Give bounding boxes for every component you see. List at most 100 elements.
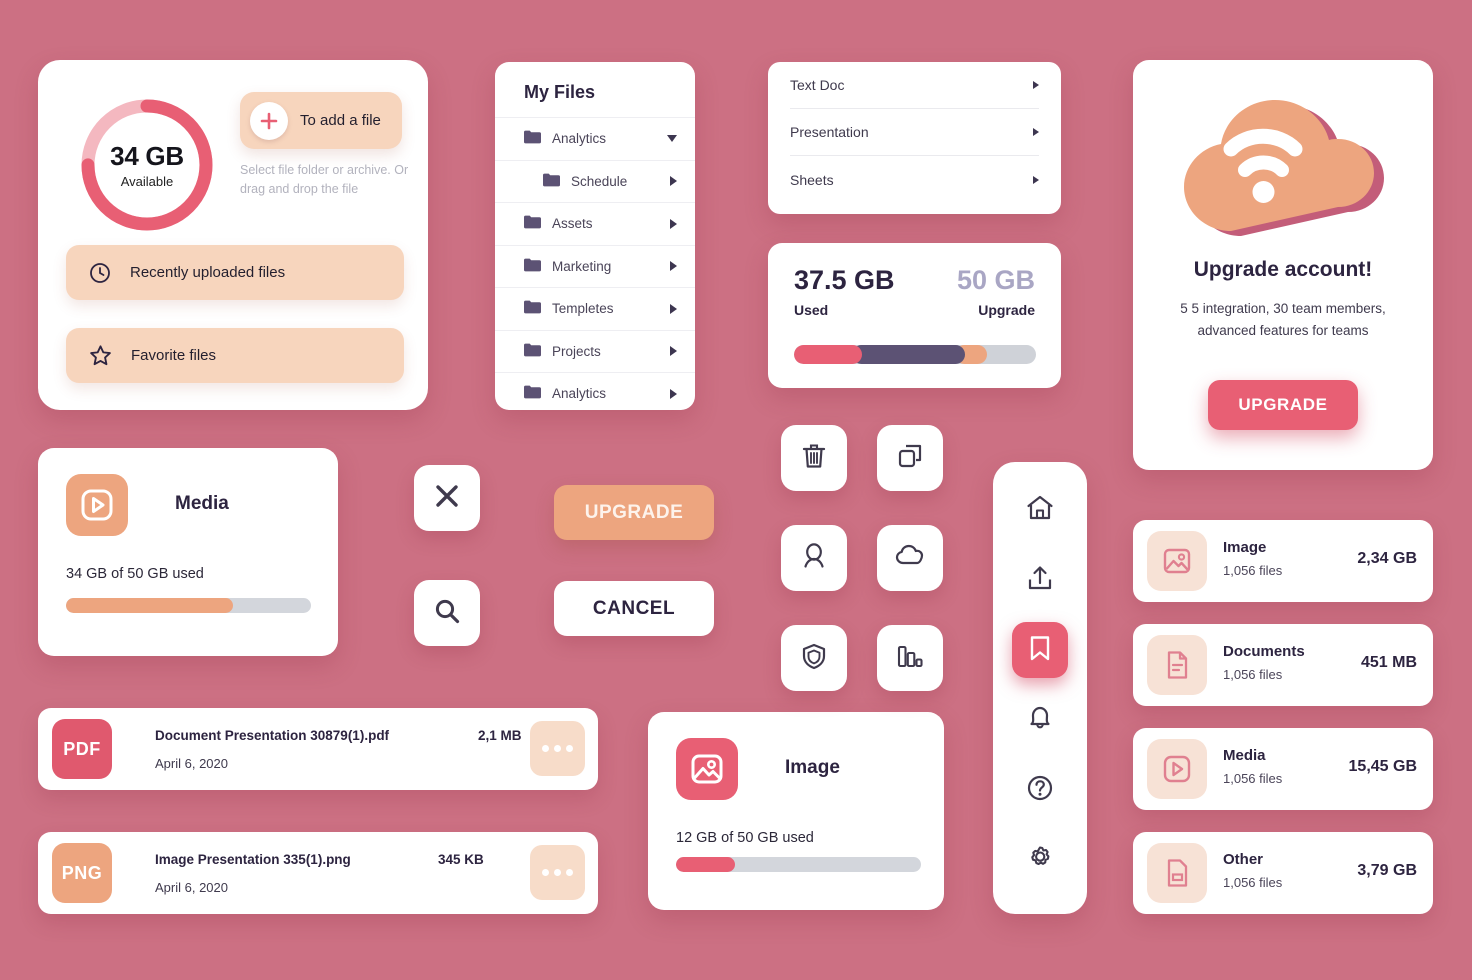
folder-label: Templetes [552,301,614,317]
folder-label: Projects [552,343,601,359]
bookmark-icon [1025,633,1055,668]
category-name: Image [1223,539,1267,556]
folder-row-analytics-2[interactable]: Analytics [495,372,695,410]
cancel-pill-button[interactable]: CANCEL [554,581,714,636]
more-options-button[interactable] [530,845,585,900]
nav-item-help[interactable] [1012,762,1068,818]
trash-button[interactable] [781,425,847,491]
menu-item-label: Presentation [790,124,869,140]
chevron-right-icon [1033,175,1039,184]
dot-icon [542,869,549,876]
media-tile-title: Media [175,493,229,514]
upgrade-card-title: Upgrade account! [1193,258,1373,281]
upgrade-button[interactable]: UPGRADE [1208,380,1358,430]
category-card-other[interactable]: Other 1,056 files 3,79 GB [1133,832,1433,914]
file-size: 345 KB [438,852,484,867]
cloud-button[interactable] [877,525,944,591]
chevron-right-icon[interactable] [670,388,677,399]
chevron-right-icon[interactable] [670,176,677,187]
folder-icon [543,173,560,190]
nav-item-bookmark[interactable] [1012,622,1068,678]
storage-usage-card: 37.5 GB 50 GB Used Upgrade [768,243,1061,388]
search-button[interactable] [414,580,480,646]
menu-item-presentation[interactable]: Presentation [790,109,1039,156]
close-icon [432,481,462,516]
close-button[interactable] [414,465,480,531]
folder-icon [524,130,541,147]
usage-upgrade-label[interactable]: Upgrade [978,302,1035,318]
dot-icon [566,745,573,752]
nav-item-upload[interactable] [1012,552,1068,608]
add-file-hint: Select file folder or archive. Or drag a… [240,163,409,197]
menu-item-sheets[interactable]: Sheets [790,156,1039,203]
chart-bars-button[interactable] [877,625,944,691]
bell-icon [1025,703,1055,738]
folder-row-marketing[interactable]: Marketing [495,244,695,288]
vertical-navigation-bar [993,462,1087,914]
category-files: 1,056 files [1223,771,1283,786]
copy-button[interactable] [877,425,944,491]
folder-row-schedule[interactable]: Schedule [495,159,695,203]
recently-uploaded-files-row[interactable]: Recently uploaded files [66,245,404,300]
image-icon [1147,531,1207,591]
search-icon [432,596,462,631]
menu-item-text-doc[interactable]: Text Doc [790,62,1039,109]
chevron-right-icon[interactable] [670,218,677,229]
document-icon [1147,635,1207,695]
gear-icon [1025,843,1055,878]
folder-row-analytics[interactable]: Analytics [495,117,695,160]
folder-label: Analytics [552,386,607,402]
folder-icon [524,215,541,232]
folder-row-assets[interactable]: Assets [495,202,695,245]
upgrade-pill-button[interactable]: UPGRADE [554,485,714,540]
folder-icon [524,343,541,360]
media-storage-tile: Media 34 GB of 50 GB used [38,448,338,656]
folder-label: Schedule [571,173,628,189]
file-name: Document Presentation 30879(1).pdf [155,728,390,743]
dot-icon [554,745,561,752]
shield-icon [799,641,829,676]
category-card-documents[interactable]: Documents 1,056 files 451 MB [1133,624,1433,706]
home-icon [1025,493,1055,528]
storage-overview-card: 34 GB Available To add a file Select fil… [38,60,428,410]
media-tile-subtitle: 34 GB of 50 GB used [66,566,204,582]
folder-row-projects[interactable]: Projects [495,329,695,373]
upload-icon [1025,563,1055,598]
file-row[interactable]: PDF Document Presentation 30879(1).pdf 2… [38,708,598,790]
dot-icon [566,869,573,876]
category-name: Documents [1223,643,1305,660]
chevron-right-icon[interactable] [670,346,677,357]
usage-segment-pink [794,345,862,364]
chevron-right-icon[interactable] [670,303,677,314]
file-name: Image Presentation 335(1).png [155,852,351,867]
file-date: April 6, 2020 [155,756,228,771]
user-button[interactable] [781,525,847,591]
menu-item-label: Sheets [790,171,834,188]
nav-item-home[interactable] [1012,482,1068,538]
help-icon [1025,773,1055,808]
file-row[interactable]: PNG Image Presentation 335(1).png 345 KB… [38,832,598,914]
plus-icon [250,101,288,140]
add-file-button[interactable]: To add a file [240,92,402,149]
favorite-files-row[interactable]: Favorite files [66,328,404,383]
ui-kit-canvas: 34 GB Available To add a file Select fil… [0,0,1472,980]
donut-label: Available [120,174,174,189]
category-card-image[interactable]: Image 1,056 files 2,34 GB [1133,520,1433,602]
clock-icon [88,261,112,285]
more-options-button[interactable] [530,721,585,776]
category-card-media[interactable]: Media 1,056 files 15,45 GB [1133,728,1433,810]
file-ext-badge: PDF [52,719,112,779]
cloud-wifi-icon [1169,88,1397,248]
shield-button[interactable] [781,625,847,691]
file-date: April 6, 2020 [155,880,228,895]
nav-item-settings[interactable] [1012,832,1068,888]
cloud-icon [894,541,926,576]
folder-row-templetes[interactable]: Templetes [495,287,695,330]
chevron-right-icon [1033,81,1039,89]
play-icon-tile [66,474,128,536]
category-files: 1,056 files [1223,875,1283,890]
chevron-right-icon[interactable] [670,261,677,272]
chevron-down-icon[interactable] [667,135,677,143]
chart-bars-icon [895,641,925,676]
nav-item-notifications[interactable] [1012,692,1068,748]
